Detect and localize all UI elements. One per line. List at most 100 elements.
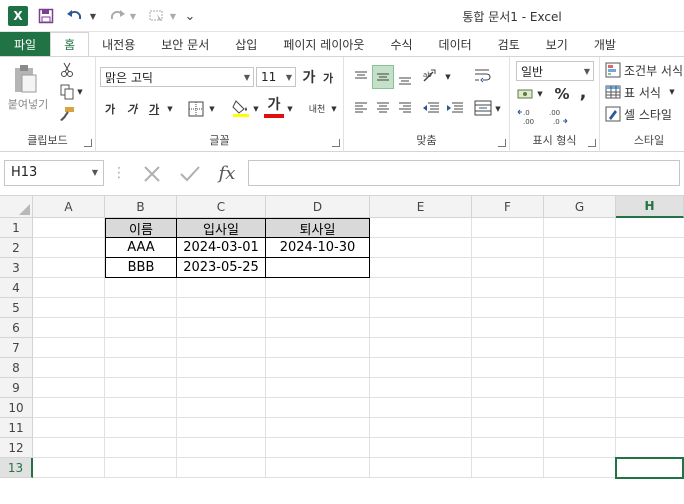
row-header-13[interactable]: 13 [0,458,33,478]
underline-button[interactable]: 가 [146,99,162,119]
tab-review[interactable]: 검토 [485,32,533,56]
conditional-format-button[interactable]: 조건부 서식 [624,61,684,79]
row-header-3[interactable]: 3 [0,258,33,278]
row-header-10[interactable]: 10 [0,398,33,418]
row-header-12[interactable]: 12 [0,438,33,458]
fill-color-dropdown-icon[interactable]: ▼ [252,103,260,115]
tab-formulas[interactable]: 수식 [377,32,425,56]
row-header-6[interactable]: 6 [0,318,33,338]
insert-function-button[interactable]: fx [212,160,242,186]
fill-color-icon[interactable] [230,97,252,119]
format-table-icon[interactable] [604,83,622,101]
tab-developer[interactable]: 개발 [581,32,629,56]
font-name-combo[interactable]: 맑은 고딕 ▼ [100,67,254,87]
font-name-dropdown-icon[interactable]: ▼ [244,73,250,82]
row-header-1[interactable]: 1 [0,218,33,238]
merge-dropdown-icon[interactable]: ▼ [494,103,502,115]
increase-indent-icon[interactable] [444,97,466,119]
align-right-icon[interactable] [396,97,414,119]
tab-page-layout[interactable]: 페이지 레이아웃 [270,32,377,56]
clipboard-launcher-icon[interactable] [84,139,92,147]
table-header-name[interactable]: 이름 [105,218,177,238]
name-box[interactable]: H13 ▼ [4,160,104,186]
conditional-format-icon[interactable] [604,61,622,79]
column-header-g[interactable]: G [544,196,616,218]
cut-icon[interactable] [58,61,76,79]
column-header-d[interactable]: D [266,196,370,218]
number-launcher-icon[interactable] [588,139,596,147]
column-header-c[interactable]: C [177,196,266,218]
font-color-dropdown-icon[interactable]: ▼ [286,103,294,115]
table-cell-c2[interactable]: 2024-03-01 [176,237,266,258]
orientation-icon[interactable]: ab [420,65,442,87]
bold-button[interactable]: 가 [102,99,118,119]
borders-icon[interactable] [186,99,206,119]
align-bottom-icon[interactable] [396,67,414,89]
format-table-button[interactable]: 표 서식 [624,83,668,101]
row-header-11[interactable]: 11 [0,418,33,438]
tab-view[interactable]: 보기 [533,32,581,56]
select-all-corner[interactable] [0,196,33,218]
table-cell-b3[interactable]: BBB [105,257,177,278]
cell-styles-icon[interactable] [604,105,622,123]
row-header-7[interactable]: 7 [0,338,33,358]
font-size-dropdown-icon[interactable]: ▼ [286,73,292,82]
tab-home[interactable]: 홈 [50,32,90,56]
phonetic-button[interactable]: 내천 [306,97,328,119]
orientation-dropdown-icon[interactable]: ▼ [444,71,452,83]
font-color-button[interactable]: 가 [264,95,284,113]
alignment-launcher-icon[interactable] [498,139,506,147]
formula-bar-splitter[interactable]: ⋮ [112,165,126,181]
copy-dropdown-icon[interactable]: ▼ [76,87,84,97]
column-header-f[interactable]: F [472,196,544,218]
wrap-text-icon[interactable] [472,65,494,87]
shrink-font-button[interactable]: 가 [320,69,336,87]
cell-styles-button[interactable]: 셀 스타일 [624,105,682,123]
column-header-b[interactable]: B [105,196,177,218]
column-header-e[interactable]: E [370,196,472,218]
tab-file[interactable]: 파일 [0,32,51,56]
align-left-icon[interactable] [352,97,370,119]
tab-data[interactable]: 데이터 [426,32,485,56]
row-header-8[interactable]: 8 [0,358,33,378]
table-header-leave-date[interactable]: 퇴사일 [265,218,370,238]
align-center-icon[interactable] [374,97,392,119]
tab-my-use[interactable]: 내전용 [89,32,148,56]
tab-insert[interactable]: 삽입 [222,32,270,56]
table-cell-d2[interactable]: 2024-10-30 [265,237,370,258]
formula-input[interactable] [248,160,680,186]
comma-button[interactable]: , [576,81,590,103]
selected-cell-h13[interactable] [615,457,684,479]
column-header-h[interactable]: H [616,196,684,218]
number-format-combo[interactable]: 일반 ▼ [516,61,594,81]
row-header-9[interactable]: 9 [0,378,33,398]
confirm-entry-icon[interactable] [176,162,204,186]
table-cell-b2[interactable]: AAA [105,237,177,258]
borders-dropdown-icon[interactable]: ▼ [208,103,216,115]
table-header-hire-date[interactable]: 입사일 [176,218,266,238]
align-middle-icon[interactable] [372,65,394,89]
format-painter-icon[interactable] [58,105,76,123]
number-format-dropdown-icon[interactable]: ▼ [584,67,590,76]
align-top-icon[interactable] [352,67,370,89]
row-header-2[interactable]: 2 [0,238,33,258]
phonetic-dropdown-icon[interactable]: ▼ [330,103,338,115]
increase-decimal-icon[interactable]: .0.00 [516,107,540,127]
grow-font-button[interactable]: 가 [300,67,318,87]
name-box-dropdown-icon[interactable]: ▼ [92,168,98,177]
table-cell-c3[interactable]: 2023-05-25 [176,257,266,278]
format-table-dropdown-icon[interactable]: ▼ [668,87,676,97]
font-size-combo[interactable]: 11 ▼ [256,67,296,87]
merge-center-icon[interactable] [472,97,494,119]
decrease-decimal-icon[interactable]: .00.0 [546,107,570,127]
row-header-5[interactable]: 5 [0,298,33,318]
currency-dropdown-icon[interactable]: ▼ [536,89,544,99]
font-launcher-icon[interactable] [332,139,340,147]
table-cell-d3[interactable] [265,257,370,278]
currency-icon[interactable] [516,85,534,103]
row-header-4[interactable]: 4 [0,278,33,298]
tab-secure-doc[interactable]: 보안 문서 [148,32,222,56]
copy-icon[interactable] [58,83,76,101]
underline-dropdown-icon[interactable]: ▼ [166,103,174,115]
cancel-entry-icon[interactable] [138,162,166,186]
